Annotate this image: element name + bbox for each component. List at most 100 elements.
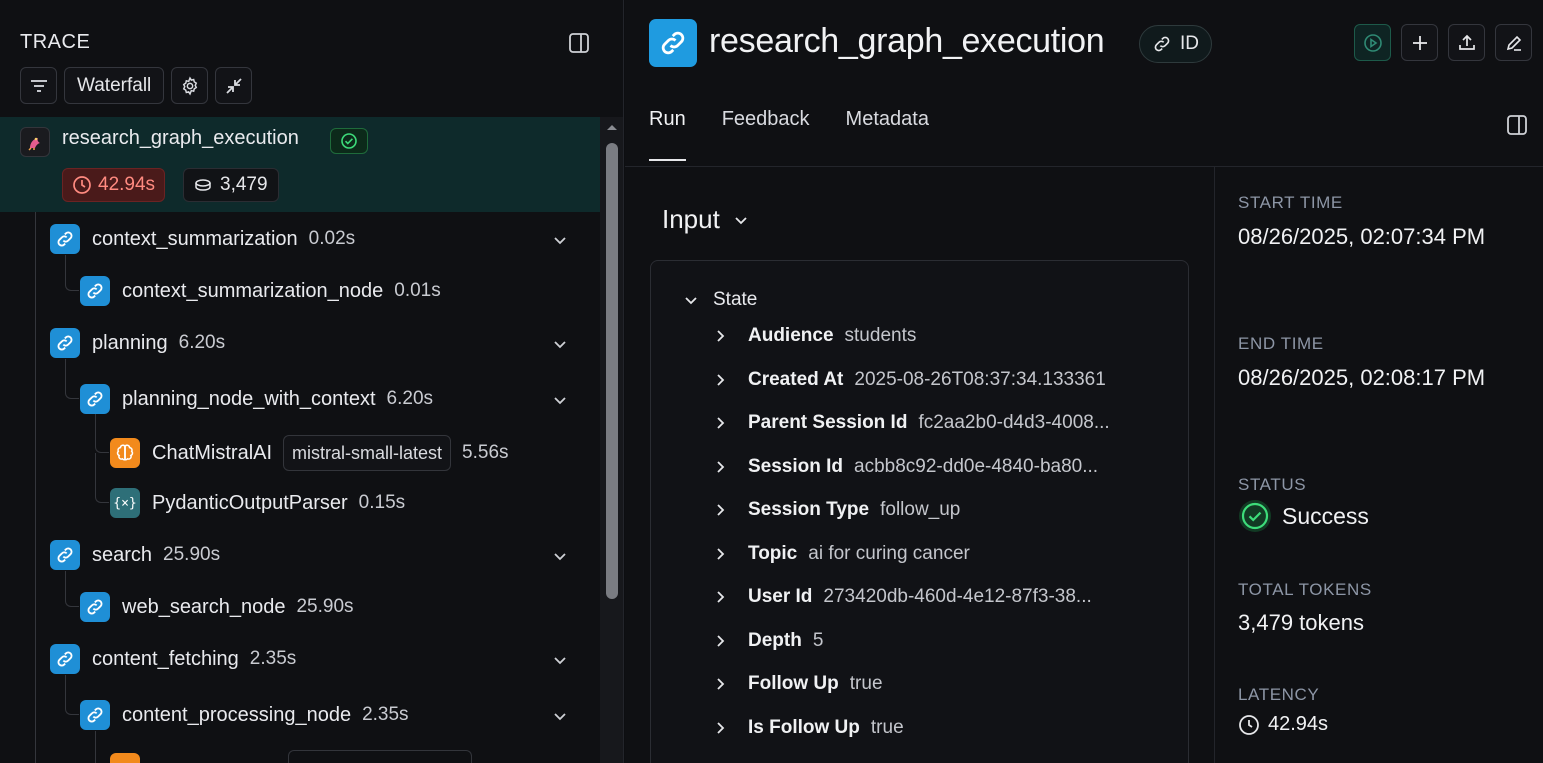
node-time: 2.35s	[249, 648, 297, 669]
tree-node-context-summarization-node[interactable]: context_summarization_node 0.01s	[80, 275, 441, 307]
chevron-right-icon	[717, 722, 725, 734]
node-name: web_search_node	[122, 595, 286, 618]
copy-id-button[interactable]: ID	[1139, 25, 1212, 63]
property-key: Depth	[748, 630, 802, 651]
play-circle-icon	[1363, 33, 1382, 52]
tree-node-content-fetching[interactable]: content_fetching 2.35s	[50, 643, 296, 675]
property-row[interactable]: Session Id acbb8c92-dd0e-4840-ba80...	[714, 454, 1098, 480]
tree-node-planning[interactable]: planning 6.20s	[50, 327, 225, 359]
upload-icon	[1458, 34, 1475, 50]
root-latency-badge: 42.94s	[62, 168, 166, 202]
property-value: students	[844, 325, 917, 346]
input-heading: Input	[662, 204, 720, 234]
property-value: ai for curing cancer	[808, 543, 970, 564]
tree-node-context-summarization[interactable]: context_summarization 0.02s	[50, 223, 355, 255]
chevron-right-icon	[717, 504, 725, 516]
node-time: 2.35s	[362, 704, 409, 725]
edit-button[interactable]	[1495, 24, 1532, 61]
link-icon	[80, 384, 110, 414]
node-time: 6.20s	[386, 388, 434, 409]
property-row[interactable]: Depth 5	[714, 628, 823, 654]
clock-icon	[1239, 714, 1259, 735]
start-time-block: START TIME 08/26/2025, 02:07:34 PM	[1238, 193, 1528, 255]
link-icon	[50, 540, 80, 570]
success-badge	[330, 128, 368, 154]
trace-title: TRACE	[20, 31, 91, 53]
property-key: Created At	[748, 369, 844, 390]
trace-root-row[interactable]: research_graph_execution 42.94s 3,479	[0, 117, 600, 212]
property-row[interactable]: Audience students	[714, 323, 916, 349]
pencil-icon	[1506, 35, 1521, 51]
tab-run[interactable]: Run	[649, 108, 686, 161]
property-row[interactable]: Parent Session Id fc2aa2b0-d4d3-4008...	[714, 410, 1110, 436]
share-button[interactable]	[1448, 24, 1485, 61]
property-row[interactable]: Created At 2025-08-26T08:37:34.133361	[714, 367, 1106, 393]
tree-node-content-processing-node[interactable]: content_processing_node 2.35s	[80, 699, 409, 731]
end-time-label: END TIME	[1238, 334, 1324, 353]
chevron-down-icon[interactable]	[551, 335, 569, 353]
playground-button[interactable]	[1354, 24, 1391, 61]
latency-label: LATENCY	[1238, 685, 1320, 704]
node-time: 6.20s	[178, 332, 226, 353]
root-tokens-value: 3,479	[220, 174, 268, 195]
property-value: follow_up	[880, 499, 961, 520]
node-name: context_summarization_node	[122, 279, 384, 302]
chevron-down-icon[interactable]	[551, 651, 569, 669]
total-tokens-label: TOTAL TOKENS	[1238, 580, 1372, 599]
trace-toolbar: Waterfall	[20, 67, 253, 104]
chevron-down-icon[interactable]	[551, 547, 569, 565]
property-value: 5	[812, 630, 824, 651]
add-button[interactable]	[1401, 24, 1438, 61]
chevron-right-icon	[717, 591, 725, 603]
property-value: 2025-08-26T08:37:34.133361	[854, 369, 1106, 390]
input-section-toggle[interactable]: Input	[662, 204, 750, 235]
tree-connector	[65, 359, 79, 399]
property-key: Session Id	[748, 456, 844, 477]
scrollbar-thumb[interactable]	[606, 143, 618, 599]
property-key: Parent Session Id	[748, 412, 908, 433]
page-title: research_graph_execution	[709, 22, 1105, 60]
tree-node-chatmistralai[interactable]: ChatMistralAI mistral-small-latest 5.56s	[110, 435, 509, 471]
property-key: Audience	[748, 325, 834, 346]
sidebar-toggle-icon[interactable]	[568, 32, 590, 54]
property-row[interactable]: Is Follow Up true	[714, 715, 904, 741]
panel-toggle-icon[interactable]	[1506, 114, 1528, 136]
tab-feedback[interactable]: Feedback	[722, 108, 810, 161]
chevron-right-icon	[717, 678, 725, 690]
tree-node-planning-node-with-context[interactable]: planning_node_with_context 6.20s	[80, 383, 433, 415]
scroll-up-arrow-icon[interactable]	[605, 122, 619, 132]
tree-node-search[interactable]: search 25.90s	[50, 539, 220, 571]
brain-icon	[110, 753, 140, 763]
property-row[interactable]: Session Type follow_up	[714, 497, 960, 523]
chevron-right-icon	[717, 330, 725, 342]
chevron-right-icon	[717, 417, 725, 429]
collapse-arrows-icon	[226, 77, 242, 94]
waterfall-button[interactable]: Waterfall	[64, 67, 165, 104]
tab-metadata[interactable]: Metadata	[846, 108, 929, 161]
property-row[interactable]: User Id 273420db-460d-4e12-87f3-38...	[714, 584, 1092, 610]
chevron-down-icon[interactable]	[551, 391, 569, 409]
chevron-right-icon	[717, 461, 725, 473]
tree-node-pydanticoutputparser[interactable]: {×} PydanticOutputParser 0.15s	[110, 487, 405, 519]
settings-button[interactable]	[171, 67, 209, 104]
property-key: User Id	[748, 586, 813, 607]
tree-connector	[65, 255, 79, 291]
property-value: true	[849, 673, 883, 694]
header-actions	[1354, 24, 1532, 61]
property-row[interactable]: Follow Up true	[714, 671, 883, 697]
input-viewer: State Audience students Created At 2025-…	[650, 260, 1189, 763]
tree-node-web-search-node[interactable]: web_search_node 25.90s	[80, 591, 354, 623]
chevron-down-icon[interactable]	[551, 707, 569, 725]
filter-button[interactable]	[20, 67, 57, 104]
state-toggle[interactable]: State	[683, 289, 757, 311]
start-time-value: 08/26/2025, 02:07:34 PM	[1238, 224, 1486, 249]
chevron-down-icon[interactable]	[551, 231, 569, 249]
collapse-button[interactable]	[215, 67, 253, 104]
latency-block: LATENCY 42.94s	[1238, 685, 1328, 736]
id-label: ID	[1180, 33, 1199, 54]
gear-icon	[182, 75, 197, 96]
property-row[interactable]: Topic ai for curing cancer	[714, 541, 970, 567]
tree-connector	[65, 675, 79, 715]
state-label: State	[713, 289, 758, 310]
property-value: acbb8c92-dd0e-4840-ba80...	[854, 456, 1099, 477]
